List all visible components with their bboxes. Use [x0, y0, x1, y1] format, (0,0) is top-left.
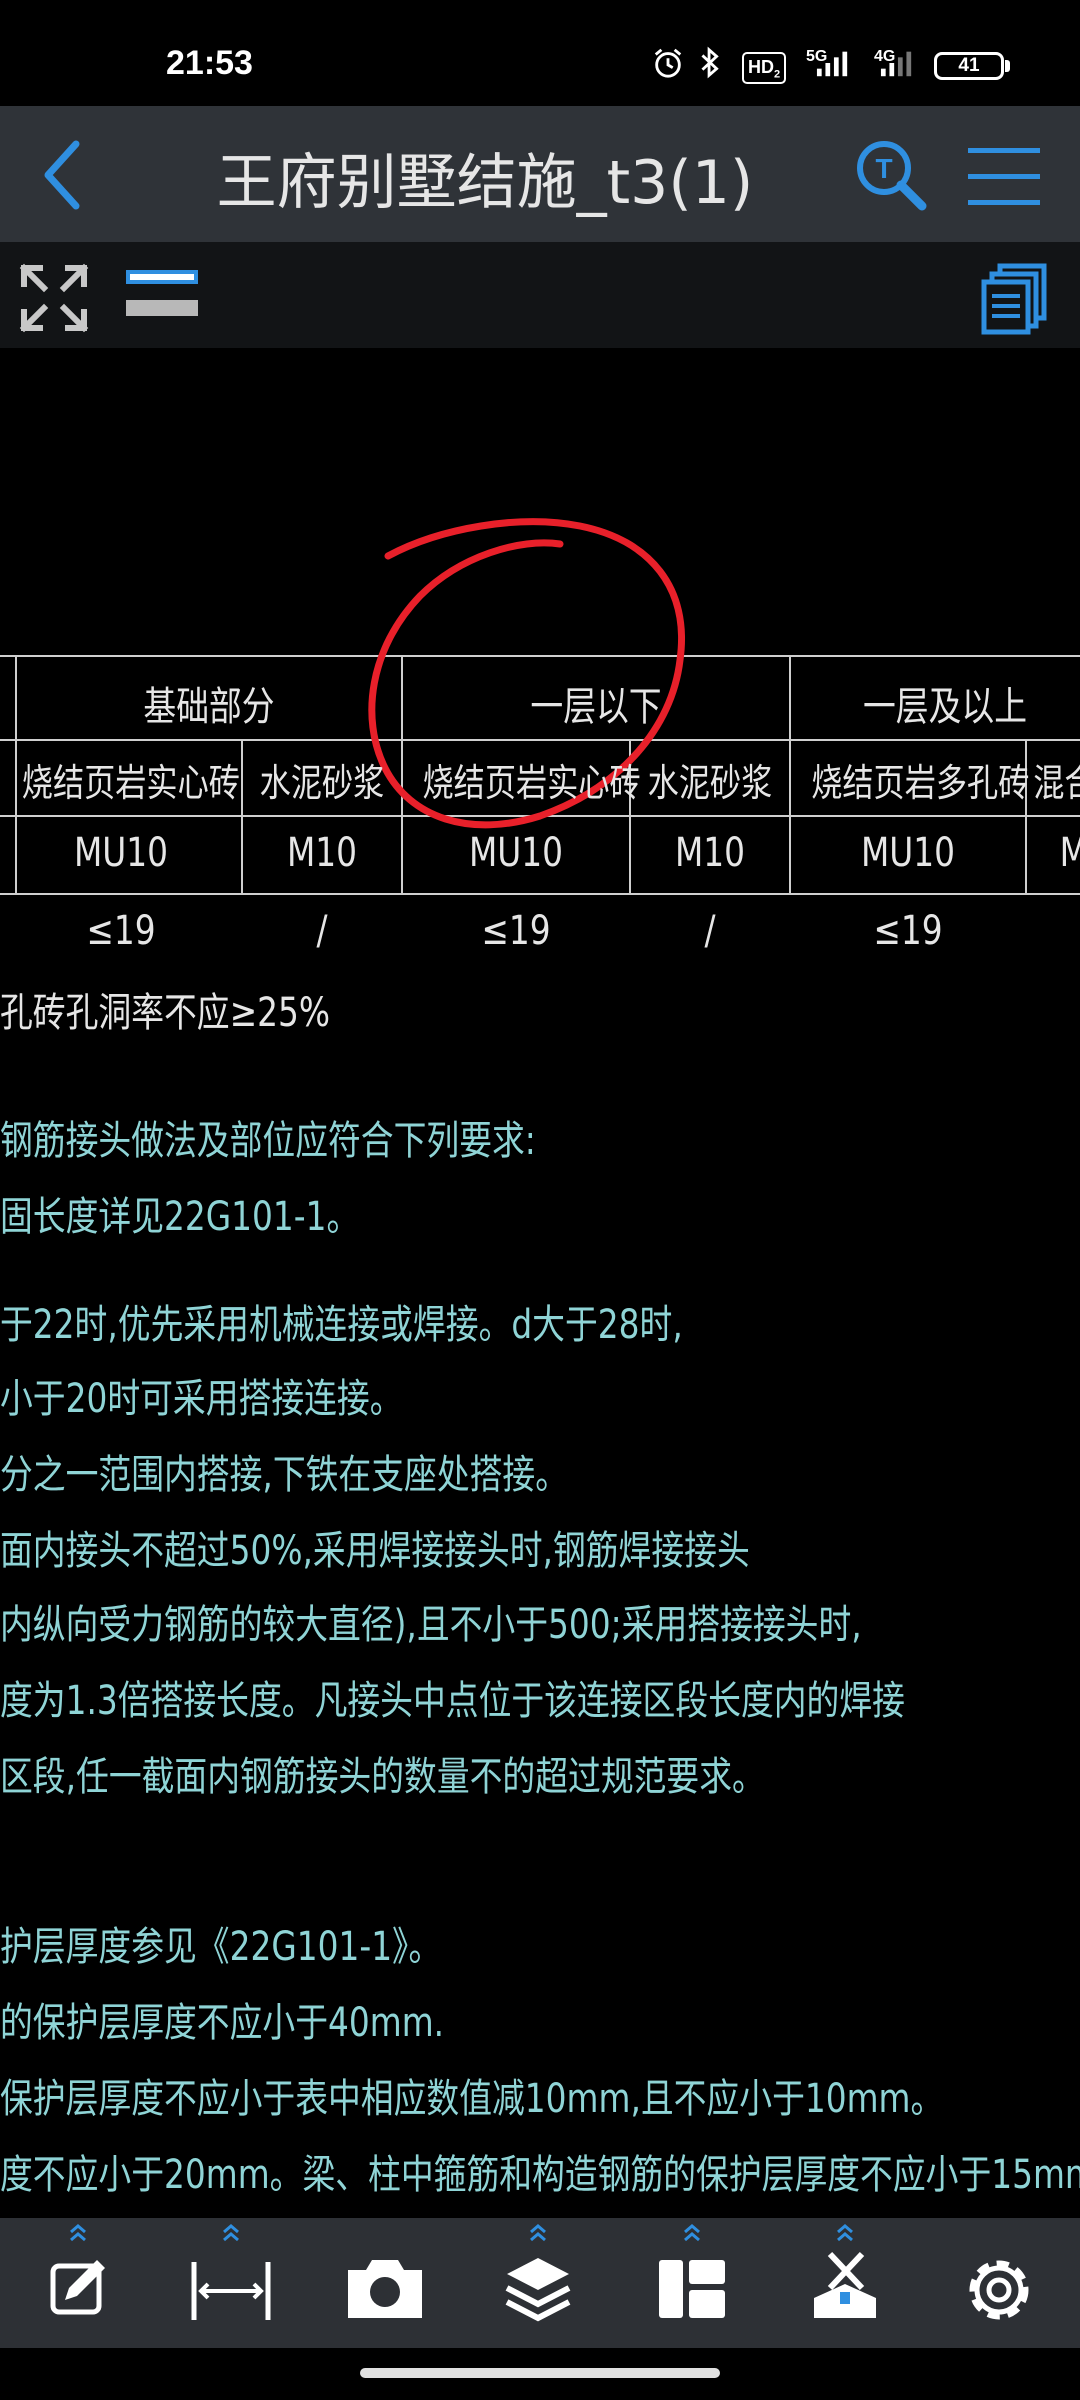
ratio-cell: / [704, 908, 716, 954]
subheader-cell: 烧结页岩实心砖 [21, 761, 240, 805]
cad-drawing-canvas[interactable]: 基础部分 一层以下 一层及以上 烧结页岩实心砖 水泥砂浆 烧结页岩实心砖 水泥砂… [0, 348, 1080, 2218]
note-line: 固长度详见22G101-1。 [0, 1194, 360, 1240]
group-header-below-first-floor: 一层以下 [530, 684, 662, 730]
layers-icon [505, 2224, 571, 2322]
status-bar: 21:53 HD2 5G 4G 41 [0, 0, 1080, 106]
signal-5g-icon [816, 51, 848, 77]
bottom-toolbar [0, 2218, 1080, 2348]
settings-icon [969, 2260, 1029, 2320]
note-line: 度不应小于20mm。梁、柱中箍筋和构造钢筋的保护层厚度不应小于15mm。 [0, 2152, 1080, 2198]
strength-cell: MU10 [860, 830, 956, 876]
ratio-cell: / [316, 908, 328, 954]
ratio-cell: ≤19 [873, 908, 943, 954]
hamburger-menu-icon [968, 148, 1040, 205]
subheader-cell: 烧结页岩实心砖 [422, 761, 641, 805]
strength-cell: MU10 [73, 830, 169, 876]
tools-icon [814, 2224, 876, 2318]
pages-button[interactable] [978, 262, 1050, 336]
search-text-icon: T [857, 141, 927, 211]
note-line: 于22时,优先采用机械连接或焊接。d大于28时, [0, 1302, 683, 1348]
signal-4g-icon [880, 51, 912, 77]
search-text-button[interactable]: T [852, 136, 932, 216]
subheader-cell: 混合 [1033, 761, 1080, 805]
note-line: 面内接头不超过50%,采用焊接接头时,钢筋焊接接头 [0, 1528, 750, 1574]
group-header-foundation: 基础部分 [143, 684, 275, 730]
note-line: 护层厚度参见《22G101-1》。 [0, 1924, 442, 1970]
camera-button[interactable] [310, 2218, 460, 2348]
edit-button[interactable] [3, 2218, 153, 2348]
battery-level: 41 [958, 55, 980, 76]
strength-cell: MU10 [468, 830, 564, 876]
note-line: 孔砖孔洞率不应≥25% [0, 990, 330, 1036]
tools-button[interactable] [770, 2218, 920, 2348]
search-glyph: T [875, 153, 892, 184]
layout-button[interactable] [617, 2218, 767, 2348]
title-bar: 王府别墅结施_t3(1) T [0, 106, 1080, 242]
system-navigation-area [0, 2348, 1080, 2400]
group-header-first-floor-above: 一层及以上 [863, 684, 1027, 730]
strength-cell: M10 [286, 830, 358, 876]
layer-toggle-button[interactable] [124, 266, 200, 326]
note-line: 小于20时可采用搭接连接。 [0, 1376, 403, 1422]
view-toolbar [0, 242, 1080, 348]
status-time: 21:53 [166, 44, 253, 82]
pages-stack-icon [981, 263, 1047, 335]
chevron-left-icon [44, 140, 80, 210]
measure-icon [191, 2224, 271, 2320]
note-line: 内纵向受力钢筋的较大直径),且不小于500;采用搭接接头时, [0, 1602, 862, 1648]
battery-icon: 41 [934, 52, 1004, 80]
document-title: 王府别墅结施_t3(1) [216, 148, 754, 218]
edit-icon [50, 2224, 105, 2315]
layout-icon [659, 2224, 725, 2318]
layers-button[interactable] [463, 2218, 613, 2348]
note-line: 钢筋接头做法及部位应符合下列要求: [0, 1118, 536, 1164]
measure-button[interactable] [156, 2218, 306, 2348]
note-line: 度为1.3倍搭接长度。凡接头中点位于该连接区段长度内的焊接 [0, 1678, 905, 1724]
battery-tip [1005, 60, 1010, 72]
alarm-icon [654, 48, 682, 78]
strength-cell: M [1060, 830, 1080, 876]
strength-cell: M10 [674, 830, 746, 876]
ratio-cell: ≤19 [86, 908, 156, 954]
layer-toggle-icon [126, 270, 198, 316]
fullscreen-button[interactable] [18, 262, 90, 334]
subheader-cell: 烧结页岩多孔砖 [811, 761, 1030, 805]
expand-icon [19, 263, 89, 333]
camera-icon [348, 2260, 422, 2318]
note-line: 分之一范围内搭接,下铁在支座处搭接。 [0, 1452, 569, 1498]
home-indicator[interactable] [360, 2368, 720, 2378]
ratio-cell: ≤19 [481, 908, 551, 954]
note-line: 的保护层厚度不应小于40mm. [0, 2000, 445, 2046]
settings-button[interactable] [924, 2218, 1074, 2348]
subheader-cell: 水泥砂浆 [647, 761, 773, 805]
menu-button[interactable] [964, 142, 1044, 212]
note-line: 保护层厚度不应小于表中相应数值减10mm,且不应小于10mm。 [0, 2076, 944, 2122]
note-line: 区段,任一截面内钢筋接头的数量不的超过规范要求。 [0, 1754, 765, 1800]
subheader-cell: 水泥砂浆 [259, 761, 385, 805]
back-button[interactable] [30, 130, 110, 220]
hd-badge: HD2 [742, 52, 787, 84]
bluetooth-icon [701, 46, 719, 79]
